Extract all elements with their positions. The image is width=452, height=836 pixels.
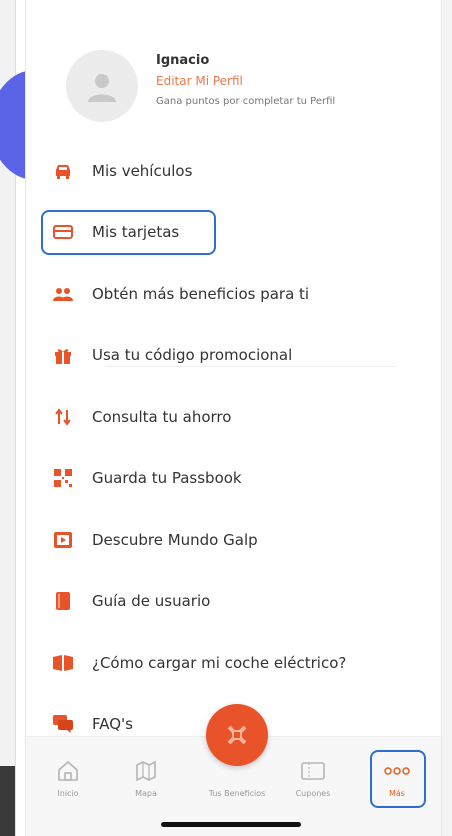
menu-item-codigo[interactable]: Usa tu código promocional xyxy=(26,325,441,387)
more-dots-icon xyxy=(362,757,432,785)
book-open-icon xyxy=(52,652,74,674)
nav-inicio[interactable]: Inicio xyxy=(33,757,103,798)
edit-profile-link[interactable]: Editar Mi Perfil xyxy=(156,74,243,88)
menu-item-label: Usa tu código promocional xyxy=(92,346,293,365)
benefits-icon xyxy=(227,725,247,745)
profile-header: Ignacio Editar Mi Perfil Gana puntos por… xyxy=(26,0,441,140)
menu-item-label: Guía de usuario xyxy=(92,592,211,611)
nav-label: Más xyxy=(389,789,405,798)
home-icon xyxy=(33,757,103,785)
menu-divider xyxy=(106,366,396,367)
menu-item-mundo-galp[interactable]: Descubre Mundo Galp xyxy=(26,509,441,571)
nav-label: Tus Beneficios xyxy=(208,789,266,798)
qr-code-icon xyxy=(52,467,74,489)
menu-item-label: ¿Cómo cargar mi coche eléctrico? xyxy=(92,653,347,672)
car-icon xyxy=(52,160,74,182)
menu-item-label: Mis tarjetas xyxy=(92,223,180,242)
book-icon xyxy=(52,590,74,612)
benefits-fab-button[interactable] xyxy=(206,704,268,766)
profile-subtitle: Gana puntos por completar tu Perfil xyxy=(156,96,336,107)
menu-item-label: FAQ's xyxy=(92,715,133,734)
video-icon xyxy=(52,529,74,551)
menu-item-coche-electrico[interactable]: ¿Cómo cargar mi coche eléctrico? xyxy=(26,632,441,694)
gift-icon xyxy=(52,344,74,366)
nav-label: Inicio xyxy=(57,789,79,798)
menu-item-vehiculos[interactable]: Mis vehículos xyxy=(26,140,441,202)
profile-menu-screen: Ignacio Editar Mi Perfil Gana puntos por… xyxy=(25,0,442,836)
user-icon xyxy=(88,74,116,102)
background-app-strip-right xyxy=(441,0,452,836)
credit-card-icon xyxy=(52,221,74,243)
nav-cupones[interactable]: Cupones xyxy=(278,757,348,798)
menu-item-label: Descubre Mundo Galp xyxy=(92,530,258,549)
menu-list: Mis vehículos Mis tarjetas Obtén más ben… xyxy=(26,140,441,755)
chat-icon xyxy=(52,713,74,735)
menu-item-guia[interactable]: Guía de usuario xyxy=(26,571,441,633)
map-icon xyxy=(111,757,181,785)
menu-item-label: Guarda tu Passbook xyxy=(92,469,242,488)
menu-item-label: Mis vehículos xyxy=(92,161,193,180)
arrows-updown-icon xyxy=(52,406,74,428)
menu-item-ahorro[interactable]: Consulta tu ahorro xyxy=(26,386,441,448)
menu-item-beneficios[interactable]: Obtén más beneficios para ti xyxy=(26,263,441,325)
nav-mapa[interactable]: Mapa xyxy=(111,757,181,798)
menu-item-tarjetas[interactable]: Mis tarjetas xyxy=(26,202,441,264)
background-dark-block xyxy=(0,766,15,836)
nav-label: Mapa xyxy=(135,789,157,798)
coupon-icon xyxy=(278,757,348,785)
people-icon xyxy=(52,283,74,305)
nav-mas[interactable]: Más xyxy=(362,750,432,808)
nav-label: Cupones xyxy=(295,789,331,798)
menu-item-label: Consulta tu ahorro xyxy=(92,407,232,426)
menu-item-label: Obtén más beneficios para ti xyxy=(92,284,310,303)
avatar[interactable] xyxy=(66,50,138,122)
menu-item-passbook[interactable]: Guarda tu Passbook xyxy=(26,448,441,510)
home-indicator xyxy=(161,822,301,827)
profile-name: Ignacio xyxy=(156,53,210,68)
